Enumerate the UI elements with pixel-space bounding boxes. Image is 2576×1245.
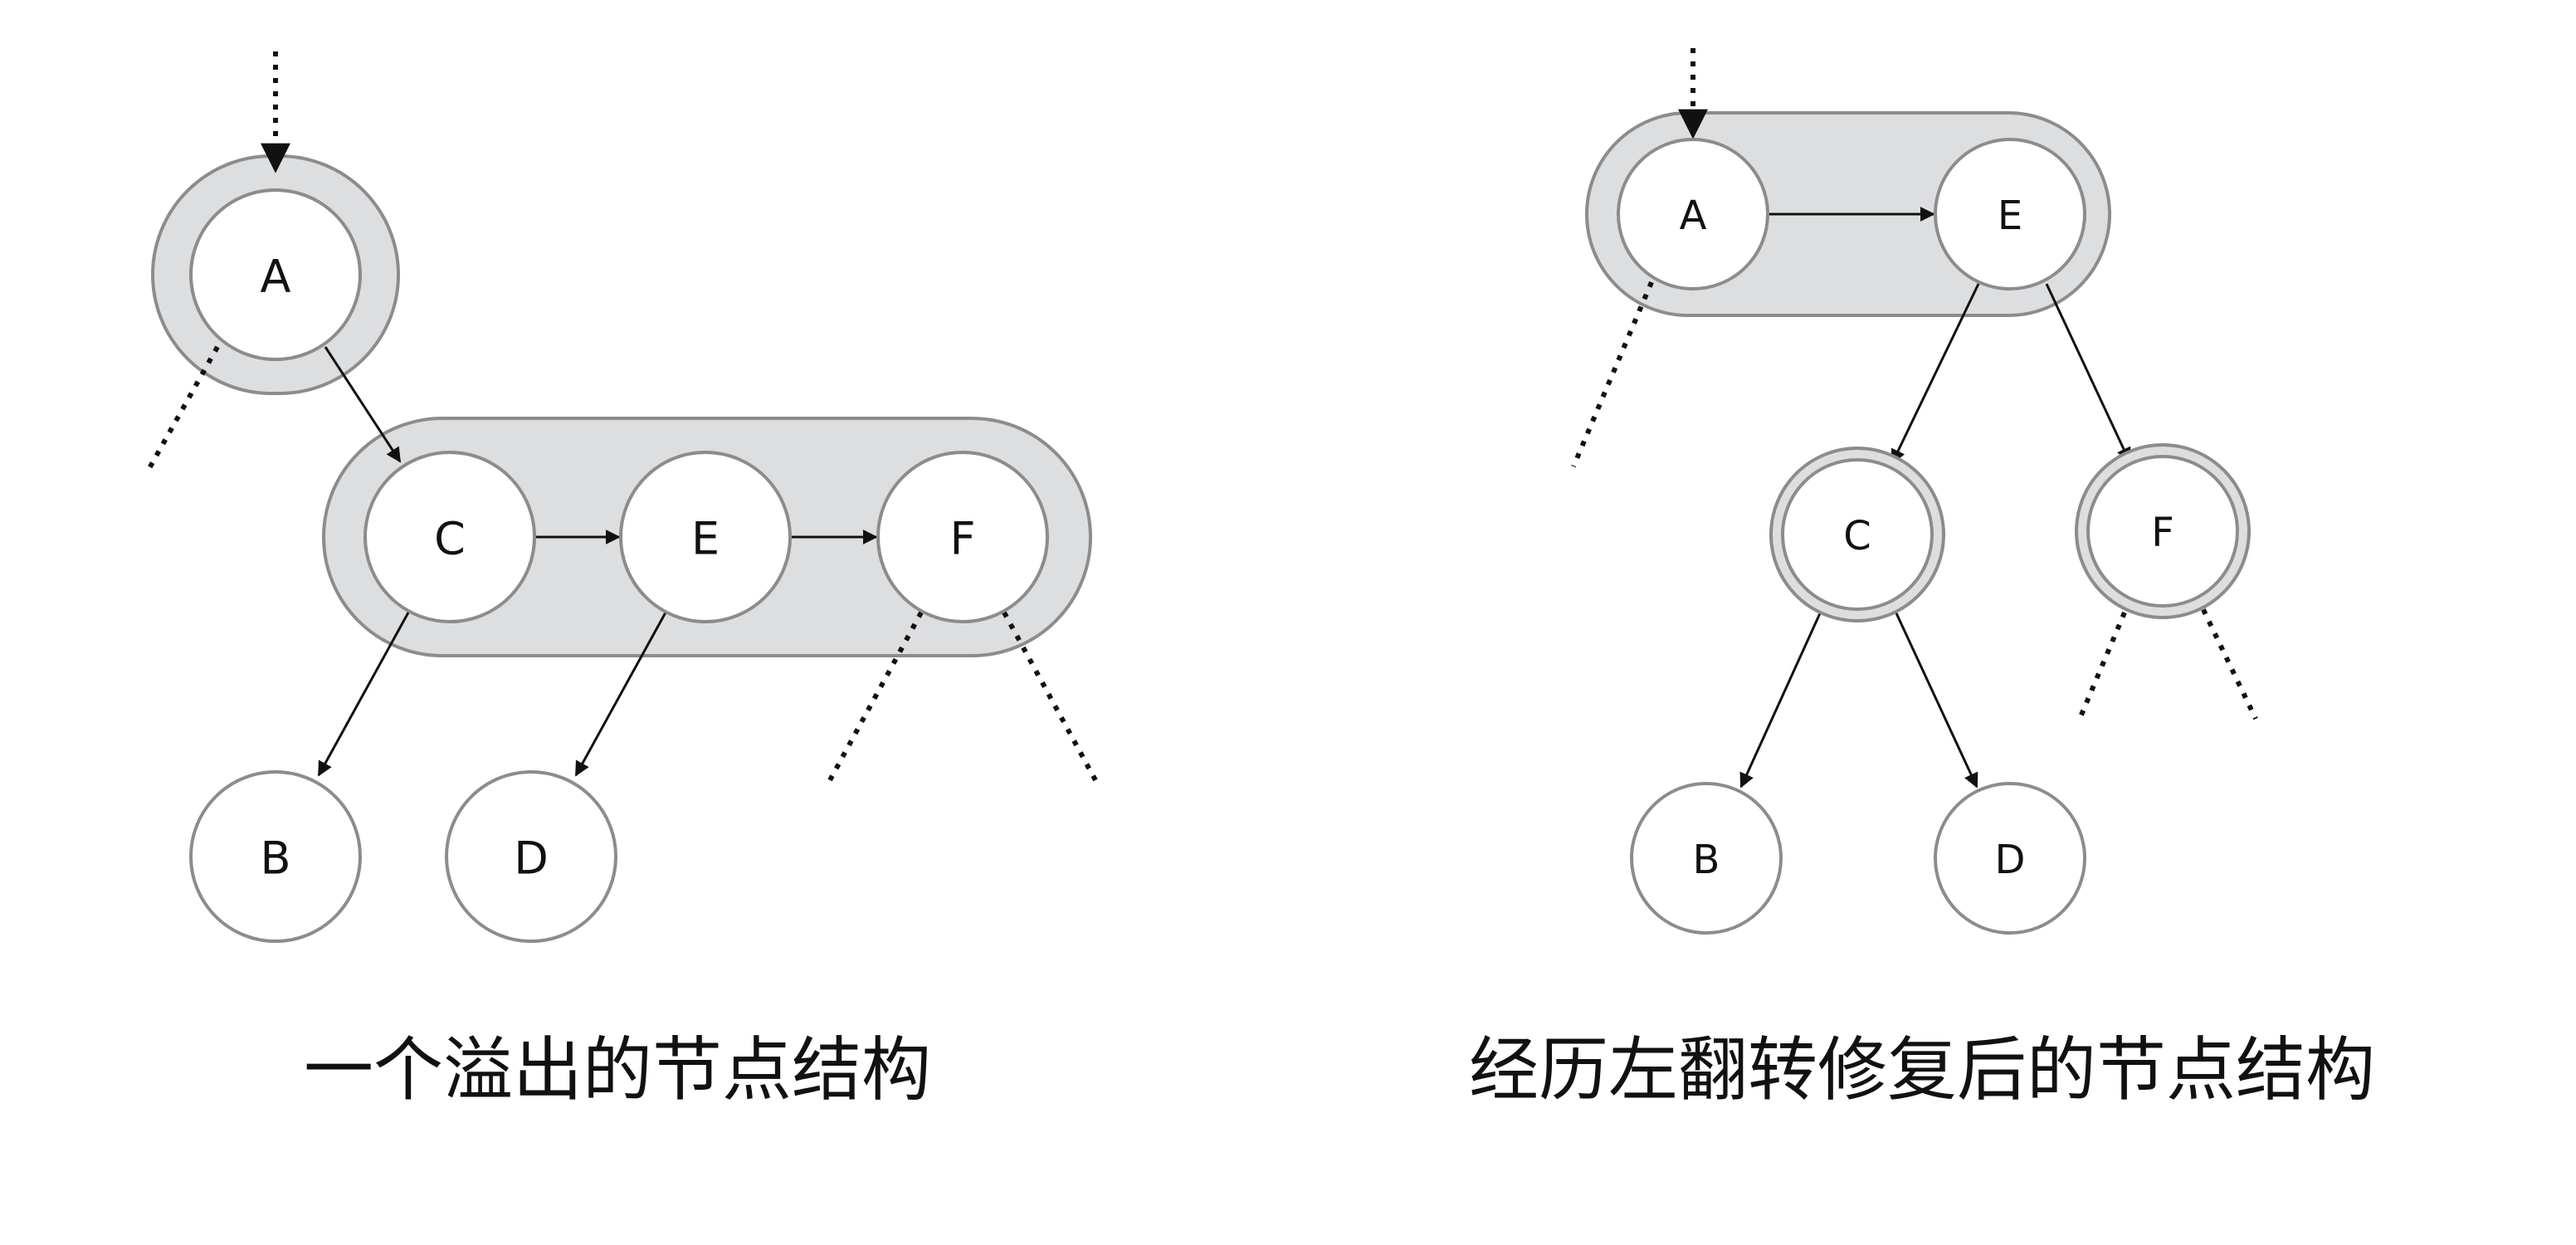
right-node-a: A <box>1617 138 1769 290</box>
right-node-c-label: C <box>1843 513 1871 559</box>
left-caption: 一个溢出的节点结构 <box>304 1029 931 1111</box>
left-edge-c-b <box>317 612 410 777</box>
left-node-c: C <box>363 451 536 623</box>
right-f-left-stub <box>2077 611 2127 720</box>
right-edge-e-f <box>2045 283 2131 463</box>
left-f-right-stub <box>1002 611 1098 782</box>
right-a-subtree-stub <box>1571 281 1654 468</box>
left-node-b: B <box>189 770 362 943</box>
right-diagram: A E C F B D 经历左翻转修复后的节点结构 <box>1469 48 2375 1111</box>
right-caption: 经历左翻转修复后的节点结构 <box>1469 1029 2375 1111</box>
right-node-e: E <box>1934 138 2086 290</box>
left-node-d-label: D <box>514 832 549 885</box>
left-diagram: A C E F B D 一个溢出的节点结构 <box>147 51 1098 1111</box>
right-node-b: B <box>1630 782 1783 935</box>
right-node-f: F <box>2075 443 2251 619</box>
left-edge-a-c <box>324 346 402 463</box>
diagram-canvas: A C E F B D 一个溢出的节点结构 A E C F B D 经历左翻转修… <box>147 48 2375 1111</box>
left-node-f-label: F <box>949 513 975 565</box>
left-node-b-label: B <box>260 832 290 885</box>
right-node-c: C <box>1769 447 1945 622</box>
right-node-f-label: F <box>2151 510 2174 556</box>
left-node-e: E <box>619 451 792 623</box>
right-node-a-label: A <box>1680 193 1707 239</box>
right-node-e-label: E <box>1998 193 2022 239</box>
left-node-e-label: E <box>691 513 720 565</box>
right-node-d: D <box>1934 782 2086 935</box>
right-node-d-label: D <box>1995 837 2026 883</box>
left-node-f: F <box>876 451 1049 623</box>
right-f-right-stub <box>2195 596 2258 720</box>
right-edge-c-d <box>1891 603 1978 788</box>
right-edge-c-b <box>1739 603 1826 788</box>
left-node-d: D <box>445 770 617 943</box>
left-node-a-label: A <box>261 251 291 303</box>
left-node-c-label: C <box>434 513 466 565</box>
left-node-a: A <box>189 188 362 361</box>
right-node-b-label: B <box>1693 837 1720 883</box>
